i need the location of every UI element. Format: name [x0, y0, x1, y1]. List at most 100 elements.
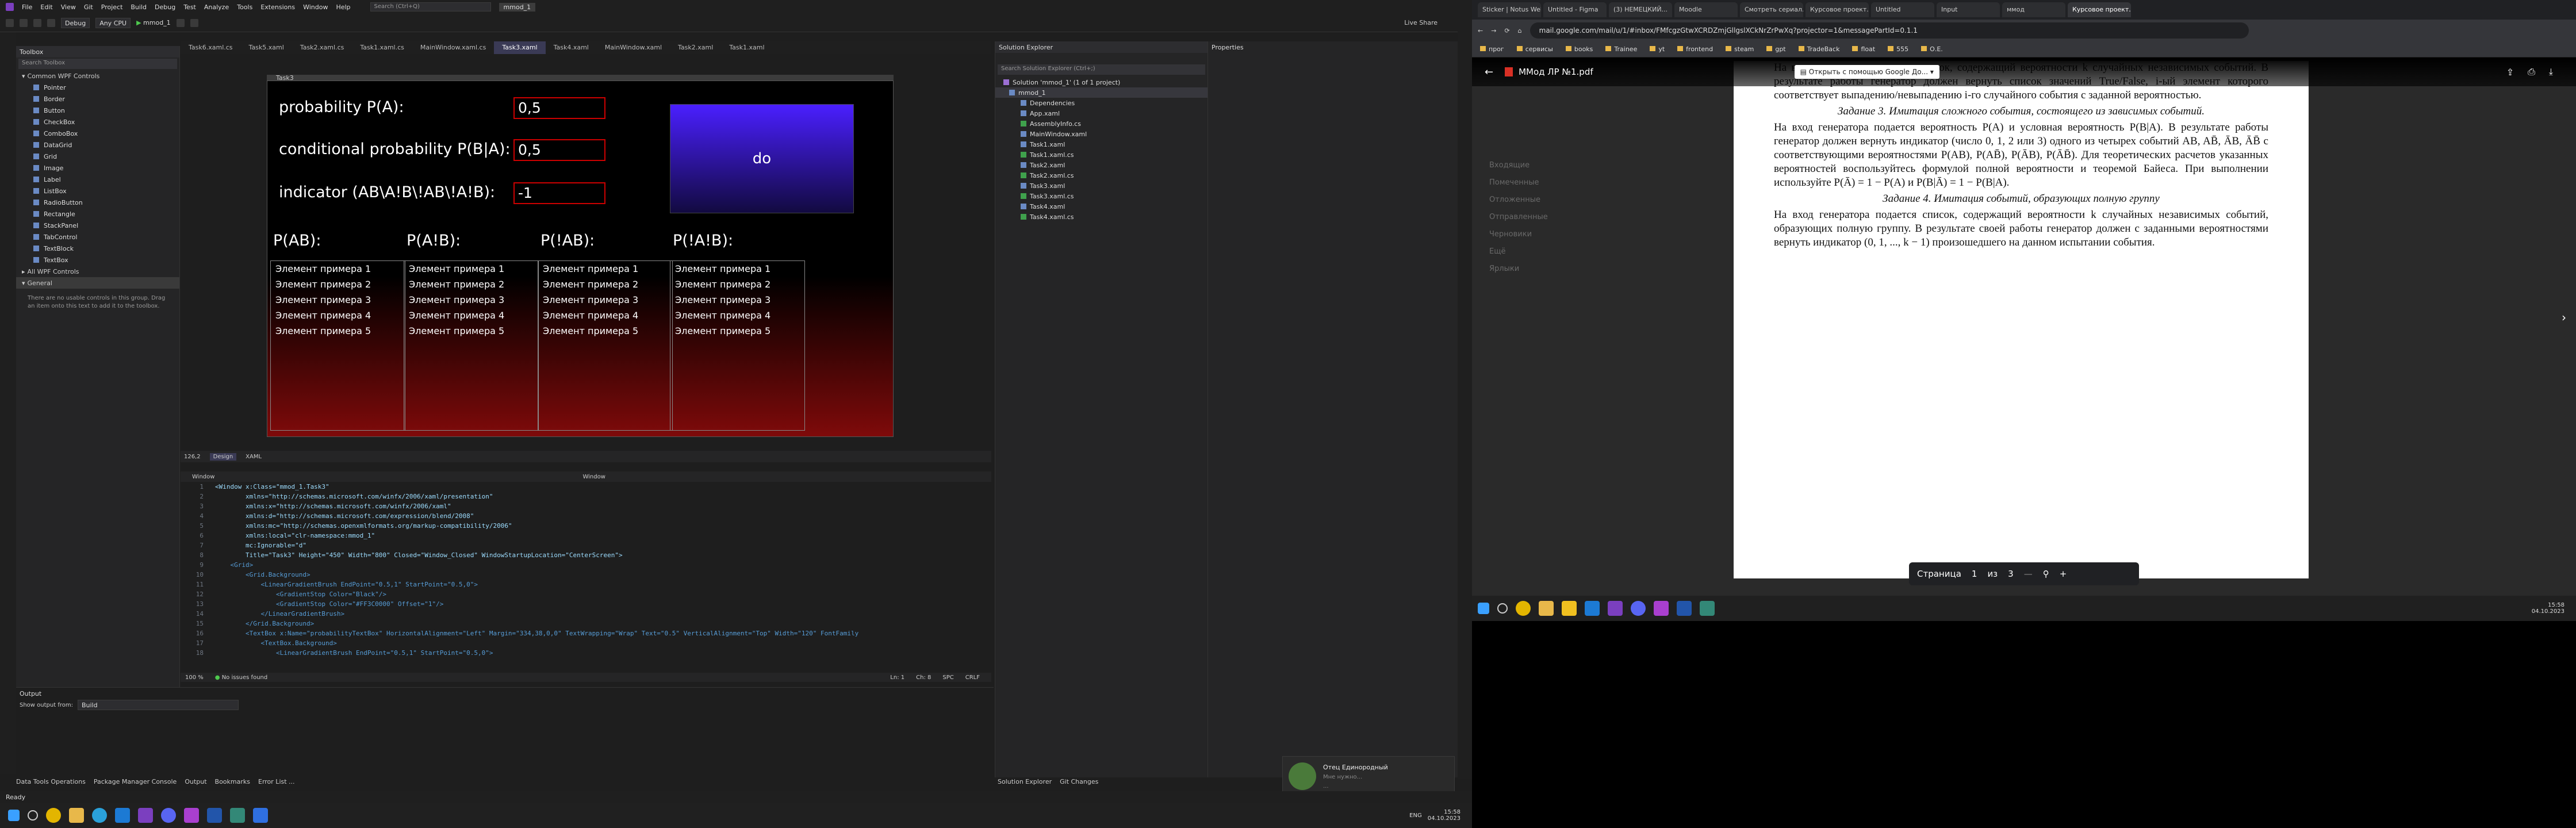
print-icon[interactable]: ⎙ — [2528, 66, 2535, 78]
document-tab[interactable]: Task5.xaml — [241, 41, 292, 54]
toolbox-item[interactable]: StackPanel — [16, 220, 179, 231]
bottom-tab[interactable]: Output — [185, 778, 206, 785]
probability-listbox[interactable]: Элемент примера 1 Элемент примера 2 Элемен… — [538, 260, 673, 431]
solution-item[interactable]: Task4.xaml — [995, 201, 1208, 212]
url-input[interactable]: mail.google.com/mail/u/1/#inbox/FMfcgzGt… — [1529, 22, 2249, 39]
gmail-nav-item[interactable]: Ещё — [1472, 247, 1604, 264]
list-item[interactable]: Элемент примера 3 — [271, 292, 405, 308]
app-icon-3[interactable] — [230, 808, 245, 823]
list-item[interactable]: Элемент примера 3 — [538, 292, 672, 308]
bookmark-item[interactable]: float — [1852, 45, 1875, 53]
toolbox-item[interactable]: Button — [16, 105, 179, 116]
search-icon[interactable] — [1497, 603, 1508, 614]
toolbox-item[interactable]: TextBlock — [16, 243, 179, 254]
bookmark-item[interactable]: frontend — [1677, 45, 1713, 53]
run-button[interactable]: ▶ mmod_1 — [136, 19, 171, 26]
solution-item[interactable]: Dependencies — [995, 98, 1208, 108]
toolbox-item[interactable]: CheckBox — [16, 116, 179, 128]
solution-item[interactable]: Task1.xaml — [995, 139, 1208, 150]
page-current-input[interactable]: 1 — [1972, 569, 1977, 579]
browser-tab[interactable]: Смотреть сериал... — [1740, 2, 1803, 17]
windows-start-icon[interactable] — [1478, 603, 1489, 614]
bottom-tab[interactable]: Bookmarks — [215, 778, 250, 785]
toolbox-item[interactable]: Border — [16, 93, 179, 105]
back-icon[interactable]: ← — [1478, 27, 1483, 34]
app-icon-4[interactable] — [1700, 601, 1715, 616]
probability-listbox[interactable]: Элемент примера 1 Элемент примера 2 Элемен… — [670, 260, 805, 431]
menu-debug[interactable]: Debug — [155, 3, 175, 11]
windows-start-icon[interactable] — [8, 810, 20, 821]
vscode-icon[interactable] — [115, 808, 130, 823]
solution-item[interactable]: App.xaml — [995, 108, 1208, 118]
document-tab[interactable]: Task1.xaml — [721, 41, 772, 54]
next-page-icon[interactable]: › — [2562, 310, 2566, 324]
list-item[interactable]: Элемент примера 5 — [404, 323, 538, 339]
list-item[interactable]: Элемент примера 1 — [271, 261, 405, 277]
document-tab[interactable]: Task3.xaml — [494, 41, 546, 54]
list-item[interactable]: Элемент примера 4 — [271, 308, 405, 323]
document-tab[interactable]: Task1.xaml.cs — [352, 41, 412, 54]
list-item[interactable]: Элемент примера 5 — [670, 323, 804, 339]
list-item[interactable]: Элемент примера 3 — [670, 292, 804, 308]
bookmark-item[interactable]: сервисы — [1516, 45, 1553, 53]
app-icon-2[interactable] — [207, 808, 222, 823]
back-icon[interactable] — [6, 18, 14, 27]
editor-zoom[interactable]: 100 % — [185, 674, 204, 681]
solution-item[interactable]: Solution 'mmod_1' (1 of 1 project) — [995, 77, 1208, 87]
list-item[interactable]: Элемент примера 4 — [670, 308, 804, 323]
xaml-editor[interactable]: 1 <Window x:Class="mmod_1.Task3" 2 xmlns="… — [181, 483, 991, 673]
toolbox-item[interactable]: TabControl — [16, 231, 179, 243]
save-icon[interactable] — [33, 18, 41, 27]
probability-listbox[interactable]: Элемент примера 1 Элемент примера 2 Элемен… — [270, 260, 405, 431]
telegram-icon[interactable] — [92, 808, 107, 823]
bookmark-item[interactable]: О.Е. — [1921, 45, 1943, 53]
toolbox-item[interactable]: ListBox — [16, 185, 179, 197]
chrome-icon[interactable] — [46, 808, 61, 823]
solution-item[interactable]: AssemblyInfo.cs — [995, 118, 1208, 129]
platform-select[interactable]: Any CPU — [95, 17, 131, 28]
toolbox-group-all[interactable]: ▸ All WPF Controls — [16, 266, 179, 277]
document-tab[interactable]: Task6.xaml.cs — [181, 41, 241, 54]
solution-item[interactable]: Task2.xaml.cs — [995, 170, 1208, 181]
download-icon[interactable]: ⤓ — [2549, 66, 2553, 78]
list-item[interactable]: Элемент примера 4 — [404, 308, 538, 323]
browser-tab[interactable]: Курсовое проект... — [2068, 2, 2131, 17]
design-tab[interactable]: Design — [209, 453, 237, 461]
solution-search[interactable]: Search Solution Explorer (Ctrl+;) — [998, 64, 1205, 75]
conditional-probability-textbox[interactable]: 0,5 — [513, 139, 605, 161]
browser-tab[interactable]: Курсовое проект... — [1805, 2, 1869, 17]
probability-textbox[interactable]: 0,5 — [513, 97, 605, 119]
document-tab[interactable]: Task2.xaml — [670, 41, 721, 54]
app-icon-1[interactable] — [1562, 601, 1577, 616]
notification-toast[interactable]: Отец Единородный Мне нужно... ... — [1282, 756, 1455, 796]
list-item[interactable]: Элемент примера 1 — [404, 261, 538, 277]
vs-taskbar-icon[interactable] — [138, 808, 153, 823]
explorer-icon[interactable] — [1539, 601, 1554, 616]
bookmark-item[interactable]: gpt — [1766, 45, 1786, 53]
document-tab[interactable]: MainWindow.xaml — [597, 41, 670, 54]
menu-window[interactable]: Window — [303, 3, 328, 11]
toolbox-item[interactable]: Pointer — [16, 82, 179, 93]
solution-item[interactable]: mmod_1 — [995, 87, 1208, 98]
toolbox-item[interactable]: Grid — [16, 151, 179, 162]
layout-icon[interactable] — [190, 18, 198, 27]
add-to-drive-icon[interactable]: ⇪ — [2506, 67, 2514, 78]
search-box[interactable]: Search (Ctrl+Q) — [370, 2, 491, 12]
solution-item[interactable]: MainWindow.xaml — [995, 129, 1208, 139]
bookmark-item[interactable]: steam — [1726, 45, 1754, 53]
bottom-tab[interactable]: Data Tools Operations — [16, 778, 86, 785]
probability-listbox[interactable]: Элемент примера 1 Элемент примера 2 Элемен… — [404, 260, 539, 431]
zoom-select[interactable]: 126,2 — [184, 454, 201, 460]
bottom-tab[interactable]: Error List ... — [258, 778, 295, 785]
toolbox-group-general[interactable]: ▾ General — [16, 277, 179, 289]
menu-git[interactable]: Git — [84, 3, 93, 11]
list-item[interactable]: Элемент примера 5 — [271, 323, 405, 339]
reload-icon[interactable]: ⟳ — [1504, 27, 1509, 34]
list-item[interactable]: Элемент примера 4 — [538, 308, 672, 323]
output-source-select[interactable]: Build — [77, 700, 239, 710]
clock[interactable]: 15:58 04.10.2023 — [1428, 809, 1460, 822]
solution-item[interactable]: Task3.xaml — [995, 181, 1208, 191]
browser-tab[interactable]: (3) НЕМЕЦКИЙ... — [1609, 2, 1672, 17]
clock-right[interactable]: 15:58 04.10.2023 — [2532, 602, 2564, 615]
bookmark-item[interactable]: 555 — [1888, 45, 1908, 53]
